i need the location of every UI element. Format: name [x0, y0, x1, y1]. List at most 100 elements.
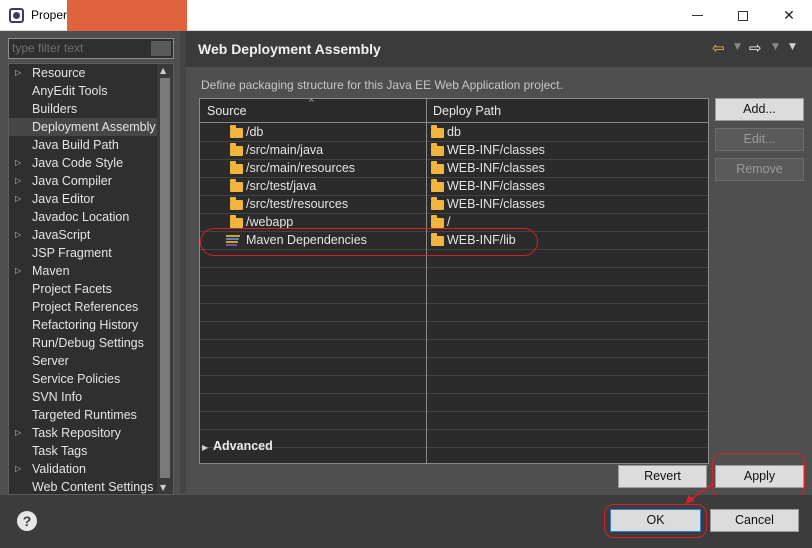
- source-cell: /src/main/resources: [246, 161, 356, 175]
- nav-item[interactable]: Service Policies: [9, 370, 158, 388]
- nav-item-label: Resource: [32, 66, 86, 80]
- nav-item[interactable]: Javadoc Location: [9, 208, 158, 226]
- nav-item[interactable]: ▷ Java Code Style: [9, 154, 158, 172]
- nav-item[interactable]: Refactoring History: [9, 316, 158, 334]
- expand-arrow-icon[interactable]: ▷: [15, 262, 21, 280]
- nav-item-label: Server: [32, 354, 69, 368]
- table-row[interactable]: [200, 358, 708, 376]
- nav-item[interactable]: ▷ Java Compiler: [9, 172, 158, 190]
- scroll-down-icon[interactable]: ▼: [160, 483, 166, 492]
- deploy-path-cell: WEB-INF/classes: [447, 161, 545, 175]
- nav-item-label: Targeted Runtimes: [32, 408, 137, 422]
- nav-item[interactable]: Web Content Settings: [9, 478, 158, 494]
- nav-item[interactable]: Java Build Path: [9, 136, 158, 154]
- nav-item[interactable]: Run/Debug Settings: [9, 334, 158, 352]
- folder-icon: [431, 161, 444, 174]
- expand-arrow-icon[interactable]: ▷: [15, 226, 21, 244]
- nav-item[interactable]: ▷ Maven: [9, 262, 158, 280]
- window-title: Proper: [31, 8, 68, 22]
- nav-item[interactable]: ▷ JavaScript: [9, 226, 158, 244]
- nav-item[interactable]: ▷ Java Editor: [9, 190, 158, 208]
- column-header-deploy-path[interactable]: Deploy Path: [433, 104, 501, 118]
- expand-arrow-icon[interactable]: ▷: [15, 424, 21, 442]
- maximize-button[interactable]: [720, 0, 766, 31]
- folder-icon: [431, 125, 444, 138]
- remove-button[interactable]: Remove: [715, 158, 804, 181]
- table-row[interactable]: /src/test/java WEB-INF/classes: [200, 178, 708, 196]
- cancel-button[interactable]: Cancel: [710, 509, 799, 532]
- nav-item[interactable]: ▷ Resource: [9, 64, 158, 82]
- apply-button[interactable]: Apply: [715, 465, 804, 488]
- nav-item[interactable]: AnyEdit Tools: [9, 82, 158, 100]
- nav-item[interactable]: ▷ Task Repository: [9, 424, 158, 442]
- table-row[interactable]: /src/main/resources WEB-INF/classes: [200, 160, 708, 178]
- folder-icon: [431, 143, 444, 156]
- nav-item[interactable]: Project Facets: [9, 280, 158, 298]
- forward-arrow-icon[interactable]: ⇨: [749, 39, 762, 57]
- properties-nav-tree[interactable]: ▷ Resource AnyEdit Tools Builders Deployment…: [8, 63, 174, 495]
- table-row[interactable]: [200, 448, 708, 463]
- maximize-icon: [738, 10, 748, 21]
- nav-item[interactable]: Deployment Assembly: [9, 118, 158, 136]
- table-header: ^ Source Deploy Path: [200, 99, 708, 123]
- deploy-path-cell: WEB-INF/lib: [447, 233, 516, 247]
- close-button[interactable]: ✕: [766, 0, 812, 31]
- filter-field[interactable]: [8, 38, 174, 59]
- clear-filter-button[interactable]: [151, 41, 171, 56]
- table-row[interactable]: [200, 250, 708, 268]
- scrollbar-thumb[interactable]: [160, 78, 170, 478]
- nav-item-label: Run/Debug Settings: [32, 336, 144, 350]
- nav-item[interactable]: Task Tags: [9, 442, 158, 460]
- filter-input[interactable]: [9, 39, 149, 56]
- advanced-section-toggle[interactable]: Advanced: [213, 439, 273, 453]
- back-dropdown-icon[interactable]: ▼: [734, 42, 741, 52]
- back-arrow-icon[interactable]: ⇦: [712, 39, 725, 57]
- nav-item-label: JSP Fragment: [32, 246, 112, 260]
- nav-item[interactable]: ▷ Validation: [9, 460, 158, 478]
- table-row[interactable]: /src/test/resources WEB-INF/classes: [200, 196, 708, 214]
- expand-arrow-icon[interactable]: ▷: [15, 172, 21, 190]
- forward-dropdown-icon[interactable]: ▼: [772, 42, 779, 52]
- table-row[interactable]: [200, 430, 708, 448]
- assembly-table[interactable]: ^ Source Deploy Path /db db/src/main/java…: [199, 98, 709, 464]
- nav-item[interactable]: SVN Info: [9, 388, 158, 406]
- folder-icon: [431, 179, 444, 192]
- nav-item[interactable]: JSP Fragment: [9, 244, 158, 262]
- source-cell: /webapp: [246, 215, 294, 229]
- expand-arrow-icon[interactable]: ▷: [15, 190, 21, 208]
- table-row[interactable]: /db db: [200, 124, 708, 142]
- help-icon[interactable]: ?: [17, 511, 37, 531]
- table-row[interactable]: [200, 286, 708, 304]
- advanced-expand-icon[interactable]: ▶: [202, 443, 208, 452]
- table-row[interactable]: [200, 322, 708, 340]
- column-header-source[interactable]: Source: [207, 104, 247, 118]
- nav-item[interactable]: Targeted Runtimes: [9, 406, 158, 424]
- table-row[interactable]: /webapp /: [200, 214, 708, 232]
- deploy-path-cell: WEB-INF/classes: [447, 197, 545, 211]
- table-row[interactable]: [200, 340, 708, 358]
- table-row[interactable]: [200, 394, 708, 412]
- table-row[interactable]: [200, 376, 708, 394]
- edit-button[interactable]: Edit...: [715, 128, 804, 151]
- nav-item[interactable]: Builders: [9, 100, 158, 118]
- nav-scrollbar[interactable]: ▲ ▼: [157, 64, 173, 494]
- expand-arrow-icon[interactable]: ▷: [15, 64, 21, 82]
- table-row[interactable]: [200, 268, 708, 286]
- table-row[interactable]: [200, 304, 708, 322]
- expand-arrow-icon[interactable]: ▷: [15, 460, 21, 478]
- deploy-path-cell: /: [447, 215, 451, 229]
- table-row[interactable]: Maven Dependencies WEB-INF/lib: [200, 232, 708, 250]
- add-button[interactable]: Add...: [715, 98, 804, 121]
- nav-item[interactable]: Server: [9, 352, 158, 370]
- nav-item[interactable]: Project References: [9, 298, 158, 316]
- scroll-up-icon[interactable]: ▲: [160, 66, 166, 75]
- nav-item-label: Java Build Path: [32, 138, 119, 152]
- table-row[interactable]: [200, 412, 708, 430]
- close-icon: ✕: [783, 7, 795, 24]
- table-row[interactable]: /src/main/java WEB-INF/classes: [200, 142, 708, 160]
- view-menu-icon[interactable]: ▼: [789, 42, 796, 52]
- minimize-button[interactable]: [674, 0, 720, 31]
- expand-arrow-icon[interactable]: ▷: [15, 154, 21, 172]
- nav-item-label: Service Policies: [32, 372, 121, 386]
- ok-button[interactable]: OK: [610, 509, 701, 532]
